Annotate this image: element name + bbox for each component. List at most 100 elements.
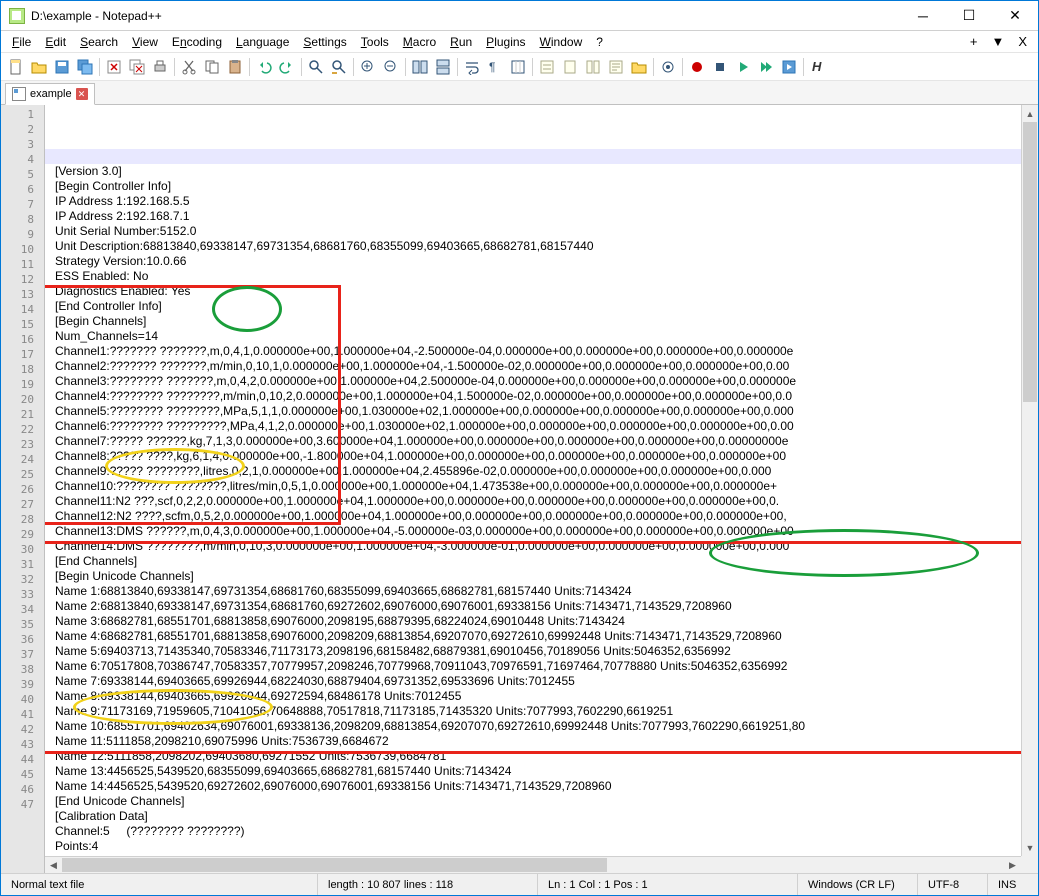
code-line[interactable]: [End Unicode Channels] xyxy=(45,794,1021,809)
save-all-button[interactable] xyxy=(74,56,96,78)
tab-example[interactable]: example ✕ xyxy=(5,83,95,105)
code-line[interactable]: Channel2:??????? ???????,m/min,0,10,1,0.… xyxy=(45,359,1021,374)
code-line[interactable]: Channel3:???????? ???????,m,0,4,2,0.0000… xyxy=(45,374,1021,389)
language-button[interactable] xyxy=(536,56,558,78)
play-macro-button[interactable] xyxy=(732,56,754,78)
zoom-out-button[interactable] xyxy=(380,56,402,78)
menu-edit[interactable]: Edit xyxy=(38,33,73,51)
new-file-button[interactable] xyxy=(5,56,27,78)
wordwrap-button[interactable] xyxy=(461,56,483,78)
minimize-button[interactable]: ─ xyxy=(900,1,946,31)
code-line[interactable]: Name 8:69338144,69403665,69926944,692725… xyxy=(45,689,1021,704)
print-button[interactable] xyxy=(149,56,171,78)
code-line[interactable]: Channel14:DMS ????????,m/min,0,10,3,0.00… xyxy=(45,539,1021,554)
code-line[interactable]: Channel4:???????? ????????,m/min,0,10,2,… xyxy=(45,389,1021,404)
indent-guide-button[interactable] xyxy=(507,56,529,78)
menubar-dropdown-button[interactable]: ▼ xyxy=(984,32,1011,51)
code-line[interactable]: Name 4:68682781,68551701,68813858,690760… xyxy=(45,629,1021,644)
horizontal-scrollbar-thumb[interactable] xyxy=(62,858,607,872)
close-file-button[interactable] xyxy=(103,56,125,78)
code-line[interactable]: Name 13:4456525,5439520,68355099,6940366… xyxy=(45,764,1021,779)
menu-tools[interactable]: Tools xyxy=(354,33,396,51)
save-macro-button[interactable] xyxy=(778,56,800,78)
code-line[interactable] xyxy=(45,149,1021,164)
code-line[interactable]: Name 9:71173169,71959605,71041056,706488… xyxy=(45,704,1021,719)
cut-button[interactable] xyxy=(178,56,200,78)
code-line[interactable]: [Begin Controller Info] xyxy=(45,179,1021,194)
code-line[interactable]: Name 12:5111858,2098202,69403680,6927155… xyxy=(45,749,1021,764)
status-eol[interactable]: Windows (CR LF) xyxy=(798,874,918,895)
menu-search[interactable]: Search xyxy=(73,33,125,51)
code-line[interactable]: Num_Channels=14 xyxy=(45,329,1021,344)
code-line[interactable]: [Begin Channels] xyxy=(45,314,1021,329)
undo-button[interactable] xyxy=(253,56,275,78)
menubar-plus-button[interactable]: + xyxy=(963,32,985,51)
code-area[interactable]: [Version 3.0][Begin Controller Info]IP A… xyxy=(45,105,1021,856)
vertical-scrollbar-thumb[interactable] xyxy=(1023,122,1037,402)
tab-close-icon[interactable]: ✕ xyxy=(76,88,88,100)
menu-view[interactable]: View xyxy=(125,33,165,51)
code-line[interactable]: Unit Description:68813840,69338147,69731… xyxy=(45,239,1021,254)
code-line[interactable]: [Calibration Data] xyxy=(45,809,1021,824)
save-button[interactable] xyxy=(51,56,73,78)
menu-?[interactable]: ? xyxy=(589,33,610,51)
code-line[interactable]: Channel:5 (???????? ????????) xyxy=(45,824,1021,839)
code-line[interactable]: Name 7:69338144,69403665,69926944,682240… xyxy=(45,674,1021,689)
menu-run[interactable]: Run xyxy=(443,33,479,51)
code-line[interactable]: [End Channels] xyxy=(45,554,1021,569)
code-line[interactable]: Name 6:70517808,70386747,70583357,707799… xyxy=(45,659,1021,674)
code-line[interactable]: Channel5:???????? ????????,MPa,5,1,1,0.0… xyxy=(45,404,1021,419)
code-line[interactable]: IP Address 1:192.168.5.5 xyxy=(45,194,1021,209)
maximize-button[interactable]: ☐ xyxy=(946,1,992,31)
code-line[interactable]: Channel10:???????? ????????,litres/min,0… xyxy=(45,479,1021,494)
code-line[interactable]: ESS Enabled: No xyxy=(45,269,1021,284)
doc-map-button[interactable] xyxy=(559,56,581,78)
code-line[interactable]: Points:4 xyxy=(45,839,1021,854)
doc-list-button[interactable] xyxy=(582,56,604,78)
func-list-button[interactable] xyxy=(605,56,627,78)
record-macro-button[interactable] xyxy=(686,56,708,78)
code-line[interactable]: Unit Serial Number:5152.0 xyxy=(45,224,1021,239)
vertical-scrollbar[interactable]: ▲ ▼ xyxy=(1021,105,1038,856)
code-line[interactable]: Name 14:4456525,5439520,69272602,6907600… xyxy=(45,779,1021,794)
menu-window[interactable]: Window xyxy=(533,33,590,51)
monitor-button[interactable] xyxy=(657,56,679,78)
code-line[interactable]: Name 2:68813840,69338147,69731354,686817… xyxy=(45,599,1021,614)
close-all-button[interactable] xyxy=(126,56,148,78)
horizontal-scrollbar[interactable]: ◀ ▶ xyxy=(45,856,1021,873)
sync-v-button[interactable] xyxy=(409,56,431,78)
code-line[interactable]: Channel1:??????? ???????,m,0,4,1,0.00000… xyxy=(45,344,1021,359)
code-line[interactable]: Name 1:68813840,69338147,69731354,686817… xyxy=(45,584,1021,599)
code-line[interactable]: Channel9:????? ????????,litres,0,2,1,0.0… xyxy=(45,464,1021,479)
code-line[interactable]: Name 10:68551701,69402634,69076001,69338… xyxy=(45,719,1021,734)
menu-plugins[interactable]: Plugins xyxy=(479,33,532,51)
show-all-chars-button[interactable]: ¶ xyxy=(484,56,506,78)
code-line[interactable]: Diagnostics Enabled: Yes xyxy=(45,284,1021,299)
code-line[interactable]: [Version 3.0] xyxy=(45,164,1021,179)
open-file-button[interactable] xyxy=(28,56,50,78)
code-line[interactable]: IP Address 2:192.168.7.1 xyxy=(45,209,1021,224)
find-button[interactable] xyxy=(305,56,327,78)
menu-encoding[interactable]: Encoding xyxy=(165,33,229,51)
zoom-in-button[interactable] xyxy=(357,56,379,78)
code-line[interactable]: [End Controller Info] xyxy=(45,299,1021,314)
code-line[interactable]: Channel6:???????? ?????????,MPa,4,1,2,0.… xyxy=(45,419,1021,434)
code-line[interactable]: Channel13:DMS ??????,m,0,4,3,0.000000e+0… xyxy=(45,524,1021,539)
menu-file[interactable]: File xyxy=(5,33,38,51)
close-button[interactable]: ✕ xyxy=(992,1,1038,31)
code-line[interactable]: Name 3:68682781,68551701,68813858,690760… xyxy=(45,614,1021,629)
replace-button[interactable] xyxy=(328,56,350,78)
code-line[interactable]: Name 5:69403713,71435340,70583346,711731… xyxy=(45,644,1021,659)
code-line[interactable]: Channel8:????? ????,kg,6,1,4,0.000000e+0… xyxy=(45,449,1021,464)
menu-settings[interactable]: Settings xyxy=(296,33,353,51)
folder-button[interactable] xyxy=(628,56,650,78)
paste-button[interactable] xyxy=(224,56,246,78)
code-line[interactable]: Strategy Version:10.0.66 xyxy=(45,254,1021,269)
sync-h-button[interactable] xyxy=(432,56,454,78)
redo-button[interactable] xyxy=(276,56,298,78)
code-line[interactable]: Name 11:5111858,2098210,69075996 Units:7… xyxy=(45,734,1021,749)
menu-macro[interactable]: Macro xyxy=(396,33,443,51)
status-mode[interactable]: INS xyxy=(988,874,1038,895)
menu-language[interactable]: Language xyxy=(229,33,296,51)
code-line[interactable]: Channel7:????? ??????,kg,7,1,3,0.000000e… xyxy=(45,434,1021,449)
